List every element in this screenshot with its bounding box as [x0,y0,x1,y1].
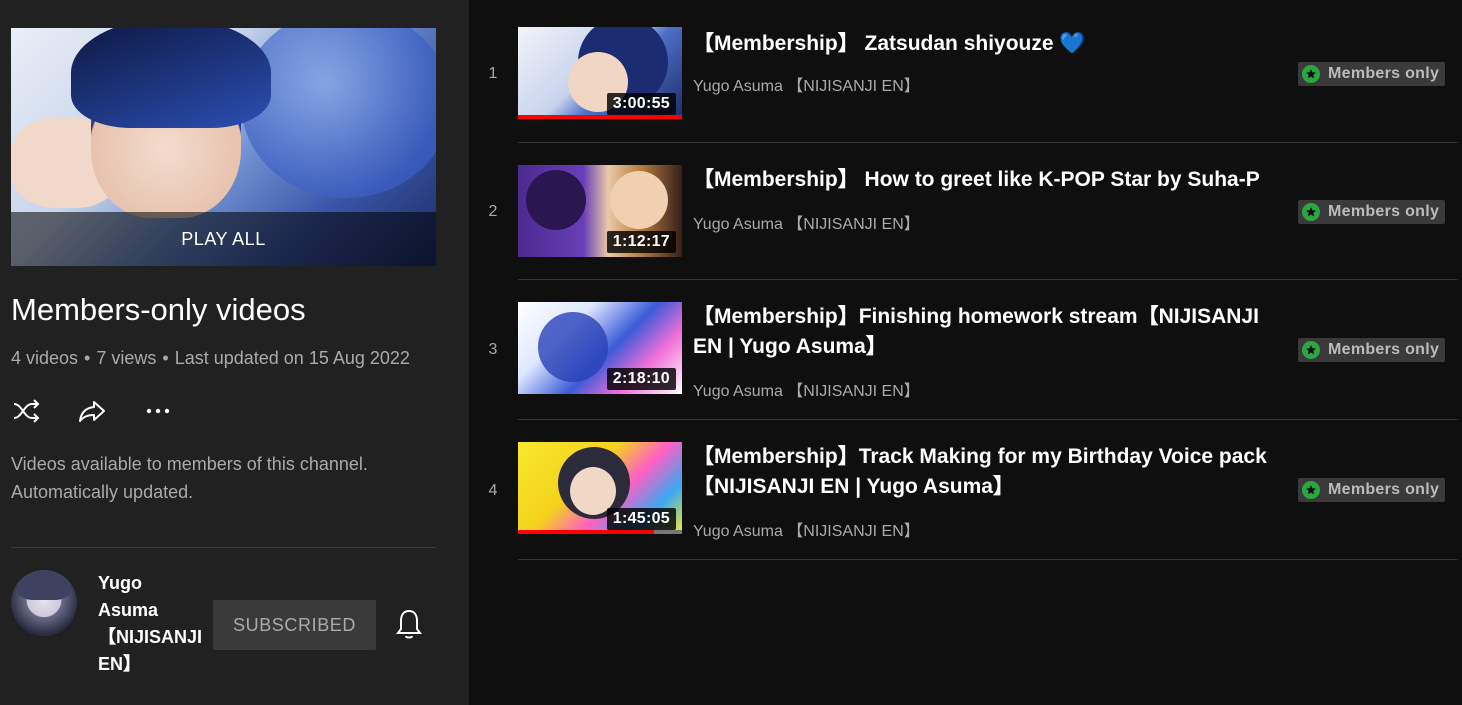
members-only-badge: Members only [1298,478,1446,502]
subscribed-button[interactable]: SUBSCRIBED [213,600,376,650]
play-all-button[interactable]: PLAY ALL [11,212,436,266]
video-count: 4 videos [11,348,79,368]
thumbnail-art [538,312,608,382]
badge-label: Members only [1328,481,1440,498]
more-actions-button[interactable] [143,396,173,426]
separator-dot: • [162,348,169,368]
avatar-art [17,570,71,600]
video-thumbnail[interactable]: 2:18:10 [518,302,682,394]
playlist-title: Members-only videos [11,292,306,327]
badge-label: Members only [1328,203,1440,220]
video-thumbnail[interactable]: 1:12:17 [518,165,682,257]
playlist-stats: 4 videos • 7 views • Last updated on 15 … [11,348,410,369]
video-channel[interactable]: Yugo Asuma 【NIJISANJI EN】 [693,72,920,96]
bell-icon [396,609,422,639]
members-only-badge: Members only [1298,338,1446,362]
video-duration: 1:12:17 [606,231,676,253]
playlist-video-row[interactable]: 2 1:12:17 【Membership】 How to greet like… [470,165,1458,280]
play-all-label: PLAY ALL [181,228,266,249]
divider [11,547,436,548]
channel-name[interactable]: Yugo Asuma【NIJISANJI EN】 [98,570,202,678]
playlist-actions [11,396,173,426]
members-star-icon [1302,481,1320,499]
video-index: 2 [488,203,498,220]
members-only-badge: Members only [1298,200,1446,224]
share-icon [79,401,105,422]
shuffle-icon [13,399,40,423]
notification-bell-button[interactable] [394,608,424,640]
video-index: 4 [488,482,498,499]
video-channel[interactable]: Yugo Asuma 【NIJISANJI EN】 [693,517,920,541]
badge-label: Members only [1328,341,1440,358]
row-divider [518,279,1458,280]
thumbnail-art [241,28,436,198]
members-star-icon [1302,341,1320,359]
thumbnail-art [71,28,271,128]
watch-progress-bar [518,115,682,119]
video-thumbnail[interactable]: 3:00:55 [518,27,682,119]
description-line: Videos available to members of this chan… [11,454,368,474]
playlist-thumbnail[interactable]: PLAY ALL [11,28,436,266]
description-line: Automatically updated. [11,482,194,502]
separator-dot: • [84,348,91,368]
members-only-badge: Members only [1298,62,1446,86]
video-title[interactable]: 【Membership】 Zatsudan shiyouze 💙 [693,29,1273,59]
video-duration: 2:18:10 [606,368,676,390]
view-count: 7 views [96,348,157,368]
playlist-video-row[interactable]: 1 3:00:55 【Membership】 Zatsudan shiyouze… [470,27,1458,143]
video-channel[interactable]: Yugo Asuma 【NIJISANJI EN】 [693,210,920,234]
more-icon [146,408,170,414]
video-channel[interactable]: Yugo Asuma 【NIJISANJI EN】 [693,377,920,401]
row-divider [518,419,1458,420]
badge-label: Members only [1328,65,1440,82]
video-duration: 1:45:05 [606,508,676,530]
row-divider [518,142,1458,143]
video-title[interactable]: 【Membership】Track Making for my Birthday… [693,442,1273,502]
row-divider [518,559,1458,560]
video-duration: 3:00:55 [606,93,676,115]
playlist-video-row[interactable]: 4 1:45:05 【Membership】Track Making for m… [470,442,1458,560]
thumbnail-art [610,171,668,229]
playlist-description: Videos available to members of this chan… [11,450,431,506]
video-title[interactable]: 【Membership】Finishing homework stream【NI… [693,302,1273,362]
video-index: 1 [488,65,498,82]
video-index: 3 [488,341,498,358]
members-star-icon [1302,65,1320,83]
members-star-icon [1302,203,1320,221]
watch-progress-bar [518,530,655,534]
video-title[interactable]: 【Membership】 How to greet like K-POP Sta… [693,165,1273,195]
shuffle-button[interactable] [11,396,41,426]
playlist-header-panel: PLAY ALL Members-only videos 4 videos • … [0,0,469,705]
last-updated: Last updated on 15 Aug 2022 [174,348,410,368]
video-thumbnail[interactable]: 1:45:05 [518,442,682,534]
playlist-video-row[interactable]: 3 2:18:10 【Membership】Finishing homework… [470,302,1458,420]
thumbnail-art [526,170,586,230]
share-button[interactable] [77,396,107,426]
channel-avatar[interactable] [11,570,77,636]
